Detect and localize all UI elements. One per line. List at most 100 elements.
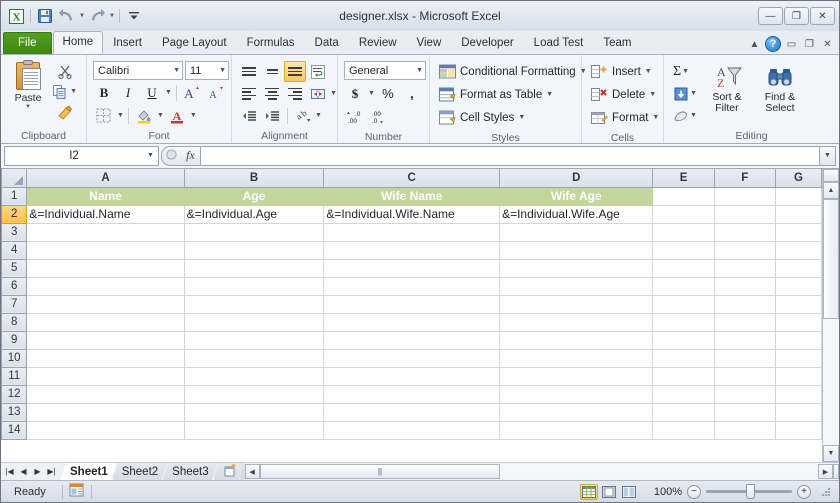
cell-C5[interactable] — [323, 259, 501, 278]
fill-dropdown-icon[interactable]: ▼ — [690, 86, 697, 102]
autosum-dropdown-icon[interactable]: ▼ — [682, 64, 689, 80]
column-header-e[interactable]: E — [652, 169, 715, 188]
tab-review[interactable]: Review — [349, 32, 407, 54]
row-header-8[interactable]: 8 — [1, 313, 28, 332]
row-header-11[interactable]: 11 — [1, 367, 28, 386]
cell-E10[interactable] — [652, 349, 715, 368]
redo-icon[interactable] — [87, 6, 107, 26]
font-color-dropdown-icon[interactable]: ▼ — [190, 108, 197, 124]
font-size-dropdown-icon[interactable]: ▼ — [219, 67, 226, 74]
cell-B10[interactable] — [184, 349, 325, 368]
help-icon[interactable]: ? — [765, 36, 781, 52]
cell-E11[interactable] — [652, 367, 715, 386]
row-header-5[interactable]: 5 — [1, 259, 28, 278]
accounting-dropdown-icon[interactable]: ▼ — [368, 86, 375, 102]
cell-D9[interactable] — [499, 331, 654, 350]
cell-E6[interactable] — [652, 277, 715, 296]
cell-A3[interactable] — [26, 223, 185, 242]
tab-view[interactable]: View — [407, 32, 452, 54]
paste-dropdown-icon[interactable]: ▼ — [25, 104, 31, 110]
cell-G4[interactable] — [775, 241, 822, 260]
tab-home[interactable]: Home — [52, 31, 104, 54]
cell-C7[interactable] — [323, 295, 501, 314]
cell-B3[interactable] — [184, 223, 325, 242]
cell-E13[interactable] — [652, 403, 715, 422]
excel-logo-icon[interactable]: X — [6, 6, 26, 26]
select-all-corner[interactable] — [1, 169, 28, 188]
cell-F5[interactable] — [714, 259, 776, 278]
cell-D6[interactable] — [499, 277, 654, 296]
number-format-dropdown-icon[interactable]: ▼ — [416, 67, 423, 74]
font-name-combo[interactable]: Calibri ▼ — [93, 61, 183, 80]
fill-button[interactable]: ▼ — [670, 83, 700, 104]
format-as-table-dropdown-icon[interactable]: ▼ — [546, 87, 553, 103]
cell-B4[interactable] — [184, 241, 325, 260]
cell-F4[interactable] — [714, 241, 776, 260]
row-header-9[interactable]: 9 — [1, 331, 28, 350]
clear-dropdown-icon[interactable]: ▼ — [690, 108, 697, 124]
horizontal-scroll-thumb[interactable]: |||| — [259, 464, 500, 479]
undo-icon[interactable] — [57, 6, 77, 26]
tab-file[interactable]: File — [3, 32, 52, 54]
wrap-text-button[interactable] — [307, 61, 329, 82]
cell-F1[interactable] — [714, 187, 776, 206]
row-header-4[interactable]: 4 — [1, 241, 28, 260]
cell-D5[interactable] — [499, 259, 654, 278]
page-layout-view-button[interactable] — [600, 484, 618, 500]
delete-cells-button[interactable]: Delete ▼ — [588, 84, 659, 106]
last-sheet-icon[interactable]: ▶| — [45, 467, 58, 476]
clear-button[interactable]: ▼ — [670, 105, 700, 126]
align-center-button[interactable] — [261, 83, 283, 104]
row-header-1[interactable]: 1 — [1, 187, 28, 206]
formula-input[interactable] — [200, 145, 820, 166]
cell-C6[interactable] — [323, 277, 501, 296]
underline-dropdown-icon[interactable]: ▼ — [165, 85, 172, 101]
horizontal-scrollbar[interactable]: ◀ |||| ▶ — [244, 463, 839, 480]
insert-cells-dropdown-icon[interactable]: ▼ — [645, 64, 652, 80]
cell-D11[interactable] — [499, 367, 654, 386]
decrease-decimal-button[interactable]: .00 .0 — [368, 107, 390, 128]
insert-function-icon[interactable]: fx — [181, 148, 200, 163]
cell-C12[interactable] — [323, 385, 501, 404]
cell-B14[interactable] — [184, 421, 325, 440]
align-left-button[interactable] — [238, 83, 260, 104]
first-sheet-icon[interactable]: |◀ — [3, 467, 16, 476]
font-size-combo[interactable]: 11 ▼ — [185, 61, 229, 80]
row-header-7[interactable]: 7 — [1, 295, 28, 314]
cell-B12[interactable] — [184, 385, 325, 404]
cell-B11[interactable] — [184, 367, 325, 386]
cell-G2[interactable] — [775, 205, 822, 224]
cell-E3[interactable] — [652, 223, 715, 242]
format-painter-button[interactable] — [49, 103, 80, 123]
column-header-c[interactable]: C — [323, 169, 501, 188]
font-color-button[interactable]: A — [166, 105, 188, 126]
scroll-down-button[interactable]: ▼ — [823, 445, 839, 462]
tab-team[interactable]: Team — [593, 32, 641, 54]
cell-A14[interactable] — [26, 421, 185, 440]
cell-styles-dropdown-icon[interactable]: ▼ — [518, 110, 525, 126]
decrease-indent-button[interactable] — [238, 105, 260, 126]
sort-filter-button[interactable]: A Z Sort & Filter — [701, 61, 753, 115]
cell-B2[interactable]: &=Individual.Age — [184, 205, 325, 224]
cell-A2[interactable]: &=Individual.Name — [26, 205, 185, 224]
tab-load-test[interactable]: Load Test — [524, 32, 594, 54]
row-header-6[interactable]: 6 — [1, 277, 28, 296]
row-header-13[interactable]: 13 — [1, 403, 28, 422]
vertical-scrollbar[interactable]: ▲ ▼ — [822, 169, 839, 462]
scroll-left-button[interactable]: ◀ — [244, 464, 260, 479]
cell-G10[interactable] — [775, 349, 822, 368]
cell-E4[interactable] — [652, 241, 715, 260]
borders-dropdown-icon[interactable]: ▼ — [117, 108, 124, 124]
cell-C11[interactable] — [323, 367, 501, 386]
copy-dropdown-icon[interactable]: ▼ — [70, 84, 77, 100]
cell-D10[interactable] — [499, 349, 654, 368]
next-sheet-icon[interactable]: ▶ — [31, 467, 44, 476]
cell-E5[interactable] — [652, 259, 715, 278]
cell-B9[interactable] — [184, 331, 325, 350]
zoom-out-button[interactable]: − — [687, 484, 701, 499]
expand-formula-bar-icon[interactable]: ▼ — [820, 145, 836, 166]
cell-G8[interactable] — [775, 313, 822, 332]
customize-qat-icon[interactable] — [124, 6, 144, 26]
cell-G5[interactable] — [775, 259, 822, 278]
cell-D13[interactable] — [499, 403, 654, 422]
